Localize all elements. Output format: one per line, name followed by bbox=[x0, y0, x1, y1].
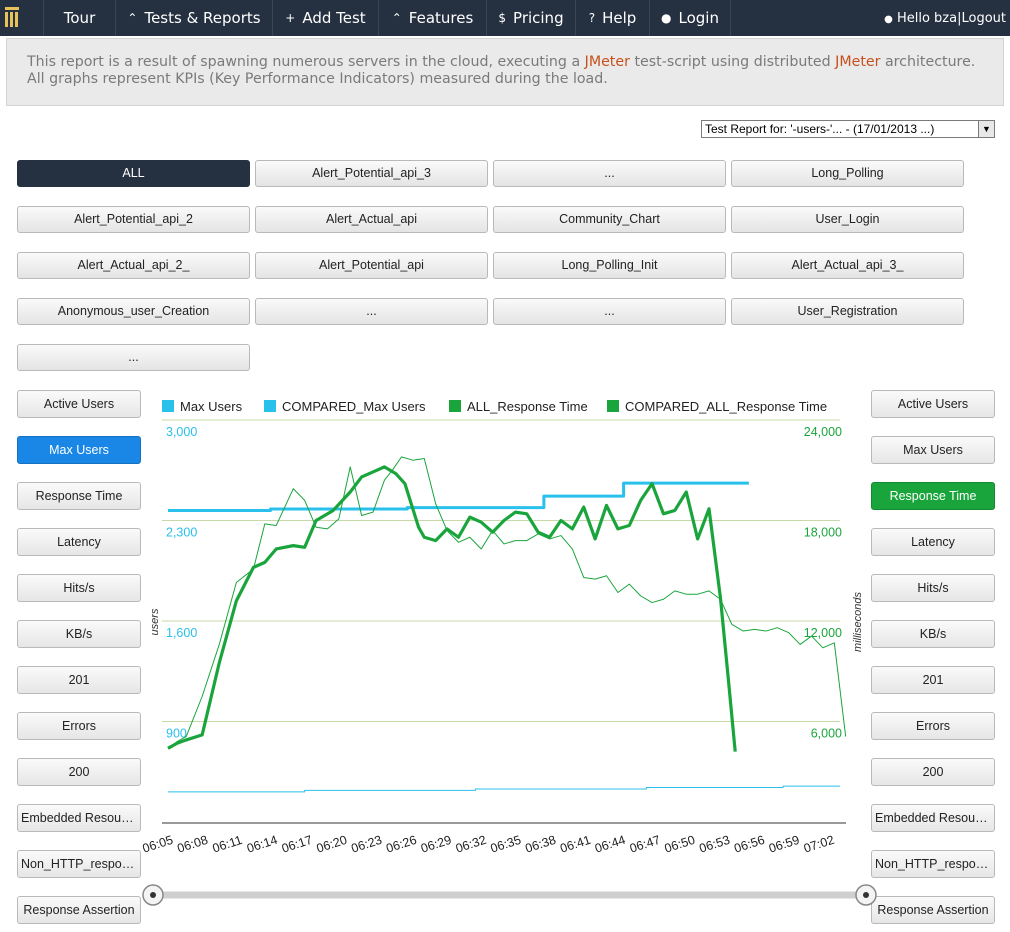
y-left-tick-label: 1,600 bbox=[166, 626, 197, 640]
x-tick-label: 06:56 bbox=[732, 833, 766, 856]
y-right-axis-title: milliseconds bbox=[852, 592, 864, 652]
x-tick-label: 06:35 bbox=[489, 833, 523, 856]
x-tick-label: 06:29 bbox=[419, 833, 453, 856]
x-tick-label: 06:41 bbox=[558, 833, 592, 856]
slider-handle-dot bbox=[863, 892, 869, 898]
x-tick-label: 06:05 bbox=[141, 833, 175, 856]
y-right-tick-label: 6,000 bbox=[811, 727, 842, 741]
x-tick-label: 06:17 bbox=[280, 833, 314, 856]
x-tick-label: 06:44 bbox=[593, 833, 627, 856]
x-tick-label: 06:26 bbox=[384, 833, 418, 856]
x-tick-label: 06:50 bbox=[663, 833, 697, 856]
x-tick-label: 06:32 bbox=[454, 833, 488, 856]
y-left-tick-label: 2,300 bbox=[166, 526, 197, 540]
series-line bbox=[167, 456, 847, 749]
x-tick-label: 06:14 bbox=[245, 833, 279, 856]
x-tick-label: 06:53 bbox=[698, 833, 732, 856]
slider-handle-dot bbox=[150, 892, 156, 898]
x-tick-label: 06:23 bbox=[350, 833, 384, 856]
kpi-line-chart: 3,0002,3001,60090024,00018,00012,0006,00… bbox=[141, 419, 877, 906]
y-left-axis-title: users bbox=[149, 608, 161, 635]
x-tick-label: 06:08 bbox=[176, 833, 210, 856]
x-tick-label: 06:20 bbox=[315, 833, 349, 856]
x-tick-label: 06:59 bbox=[767, 833, 801, 856]
y-right-tick-label: 18,000 bbox=[804, 526, 842, 540]
x-tick-label: 07:02 bbox=[802, 833, 836, 856]
x-tick-label: 06:47 bbox=[628, 833, 662, 856]
x-tick-label: 06:38 bbox=[524, 833, 558, 856]
x-tick-label: 06:11 bbox=[211, 833, 244, 856]
y-right-tick-label: 24,000 bbox=[804, 425, 842, 439]
series-line bbox=[168, 785, 840, 793]
y-left-tick-label: 3,000 bbox=[166, 425, 197, 439]
